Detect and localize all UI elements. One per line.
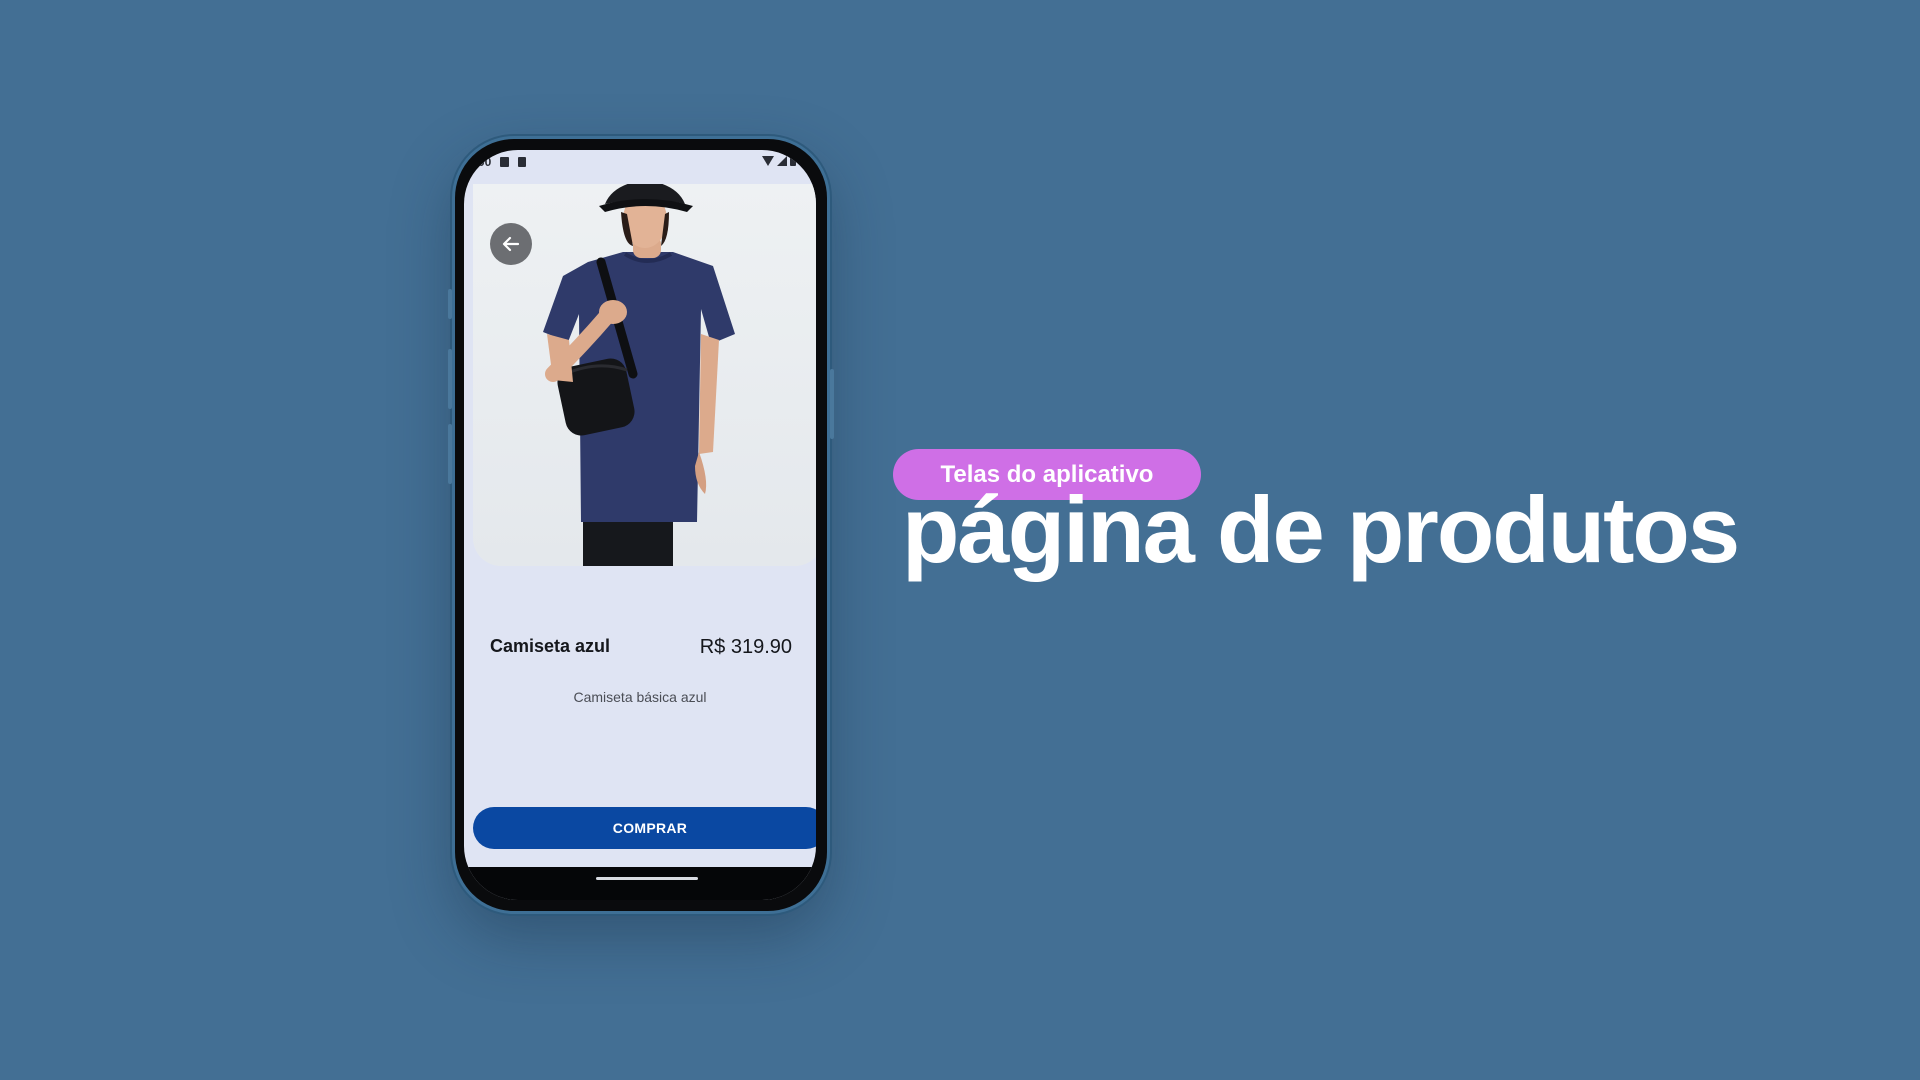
sim-icon	[500, 157, 509, 167]
home-indicator[interactable]	[596, 877, 698, 880]
buy-button[interactable]: COMPRAR	[473, 807, 816, 849]
volume-down-button	[448, 424, 452, 484]
battery-icon	[790, 156, 796, 166]
product-price: R$ 319.90	[699, 636, 792, 658]
volume-up-button	[448, 349, 452, 409]
product-name: Camiseta azul	[490, 636, 611, 656]
wifi-icon	[762, 156, 774, 166]
product-description: Camiseta básica azul	[573, 689, 707, 705]
app-screen: 00 Camiseta azul R$ 319.90 Camiseta bási…	[464, 150, 816, 900]
back-button[interactable]	[490, 223, 532, 265]
power-button	[830, 369, 834, 439]
phone-frame: 00 Camiseta azul R$ 319.90 Camiseta bási…	[448, 136, 834, 914]
volume-button	[448, 289, 452, 319]
status-time: 00	[478, 155, 492, 169]
notification-icon	[518, 157, 526, 167]
signal-icon	[777, 156, 787, 166]
status-bar: 00	[464, 150, 816, 176]
page-headline: página de produtos	[902, 477, 1740, 582]
navigation-bar	[464, 867, 816, 900]
arrow-left-icon	[502, 236, 520, 252]
status-icons	[762, 156, 796, 166]
